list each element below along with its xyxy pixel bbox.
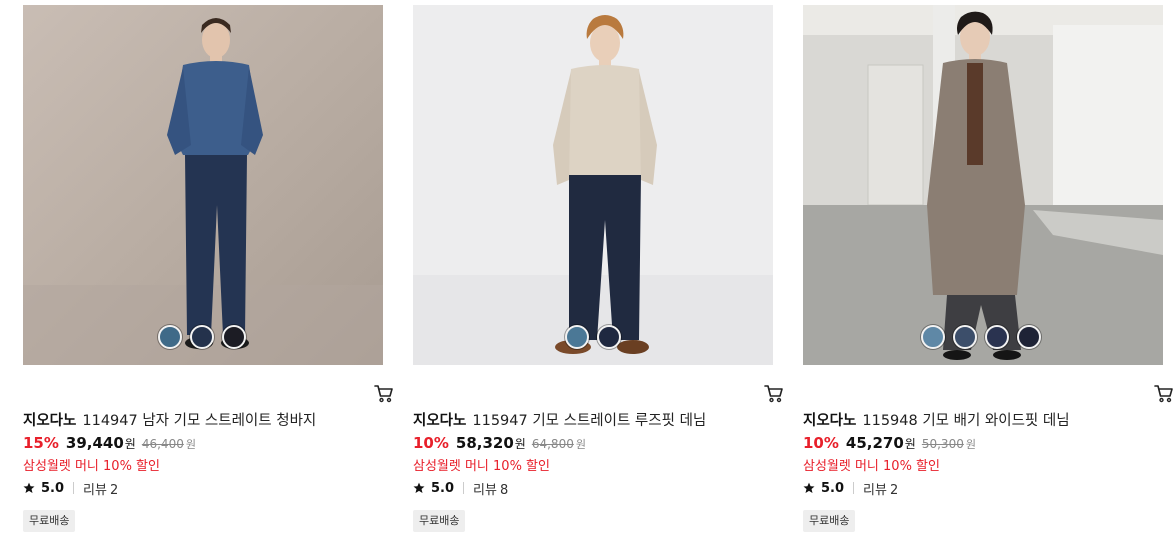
- color-swatch[interactable]: [190, 325, 214, 349]
- review-label: 리뷰: [473, 482, 497, 498]
- price-row: 10% 58,320 원 64,800 원: [413, 434, 773, 454]
- add-to-cart-button[interactable]: [374, 384, 394, 404]
- discount-rate: 10%: [413, 434, 449, 452]
- rating-row: 5.0 리뷰 8: [413, 478, 773, 498]
- product-title[interactable]: 지오다노 114947 남자 기모 스트레이트 청바지: [23, 411, 383, 431]
- rating-score: 5.0: [821, 480, 845, 496]
- product-grid: 지오다노 114947 남자 기모 스트레이트 청바지 15% 39,440 원 …: [0, 0, 1175, 554]
- product-photo-model-cream-sweater: [413, 5, 773, 365]
- cart-icon: [1154, 385, 1173, 403]
- color-swatch[interactable]: [597, 325, 621, 349]
- rating-row: 5.0 리뷰 2: [23, 478, 383, 498]
- product-title[interactable]: 지오다노 115948 기모 배기 와이드핏 데님: [803, 411, 1163, 431]
- cart-icon: [374, 385, 393, 403]
- product-name: 115948 기모 배기 와이드핏 데님: [862, 413, 1070, 429]
- color-swatches: [921, 325, 1041, 349]
- color-swatch[interactable]: [565, 325, 589, 349]
- original-price: 64,800: [531, 437, 574, 451]
- product-photo-model-gray-coat: [803, 5, 1163, 365]
- promo-text: 삼성월렛 머니 10% 할인: [803, 459, 940, 474]
- product-image[interactable]: [23, 5, 383, 365]
- product-title[interactable]: 지오다노 115947 기모 스트레이트 루즈핏 데님: [413, 411, 773, 431]
- divider: [73, 482, 75, 494]
- color-swatches: [158, 325, 246, 349]
- color-swatch[interactable]: [158, 325, 182, 349]
- color-swatch[interactable]: [1017, 325, 1041, 349]
- star-icon: [803, 482, 815, 494]
- original-currency-unit: 원: [575, 438, 586, 451]
- color-swatch[interactable]: [953, 325, 977, 349]
- product-name: 115947 기모 스트레이트 루즈핏 데님: [472, 413, 707, 429]
- product-name: 114947 남자 기모 스트레이트 청바지: [82, 413, 317, 429]
- brand-name: 지오다노: [803, 413, 857, 429]
- product-card[interactable]: 지오다노 115947 기모 스트레이트 루즈핏 데님 10% 58,320 원 …: [413, 5, 783, 532]
- free-shipping-badge: 무료배송: [803, 510, 856, 532]
- color-swatch[interactable]: [985, 325, 1009, 349]
- review-number: 2: [889, 482, 899, 498]
- review-count[interactable]: 리뷰 8: [473, 479, 508, 498]
- currency-unit: 원: [904, 437, 916, 451]
- product-card[interactable]: 지오다노 114947 남자 기모 스트레이트 청바지 15% 39,440 원 …: [23, 5, 393, 532]
- review-label: 리뷰: [83, 482, 107, 498]
- original-currency-unit: 원: [965, 438, 976, 451]
- review-label: 리뷰: [863, 482, 887, 498]
- divider: [463, 482, 465, 494]
- product-photo-model-blue-sweater: [23, 5, 383, 365]
- color-swatch[interactable]: [921, 325, 945, 349]
- review-count[interactable]: 리뷰 2: [863, 479, 898, 498]
- free-shipping-badge: 무료배송: [23, 510, 76, 532]
- rating-row: 5.0 리뷰 2: [803, 478, 1163, 498]
- product-card[interactable]: 지오다노 115948 기모 배기 와이드핏 데님 10% 45,270 원 50…: [803, 5, 1173, 532]
- discount-rate: 10%: [803, 434, 839, 452]
- promo-text: 삼성월렛 머니 10% 할인: [413, 459, 550, 474]
- cart-icon: [764, 385, 783, 403]
- promo-text: 삼성월렛 머니 10% 할인: [23, 459, 160, 474]
- brand-name: 지오다노: [23, 413, 77, 429]
- sale-price: 45,270: [845, 434, 904, 452]
- star-icon: [413, 482, 425, 494]
- free-shipping-badge: 무료배송: [413, 510, 466, 532]
- add-to-cart-button[interactable]: [764, 384, 784, 404]
- sale-price: 58,320: [455, 434, 514, 452]
- brand-name: 지오다노: [413, 413, 467, 429]
- product-image[interactable]: [413, 5, 773, 365]
- star-icon: [23, 482, 35, 494]
- color-swatch[interactable]: [222, 325, 246, 349]
- review-number: 8: [499, 482, 509, 498]
- rating-score: 5.0: [431, 480, 455, 496]
- price-row: 10% 45,270 원 50,300 원: [803, 434, 1163, 454]
- original-currency-unit: 원: [185, 438, 196, 451]
- product-image[interactable]: [803, 5, 1163, 365]
- original-price: 46,400: [141, 437, 184, 451]
- rating-score: 5.0: [41, 480, 65, 496]
- add-to-cart-button[interactable]: [1154, 384, 1174, 404]
- sale-price: 39,440: [65, 434, 124, 452]
- currency-unit: 원: [514, 437, 526, 451]
- currency-unit: 원: [124, 437, 136, 451]
- original-price: 50,300: [921, 437, 964, 451]
- color-swatches: [565, 325, 621, 349]
- discount-rate: 15%: [23, 434, 59, 452]
- divider: [853, 482, 855, 494]
- review-count[interactable]: 리뷰 2: [83, 479, 118, 498]
- review-number: 2: [109, 482, 119, 498]
- price-row: 15% 39,440 원 46,400 원: [23, 434, 383, 454]
